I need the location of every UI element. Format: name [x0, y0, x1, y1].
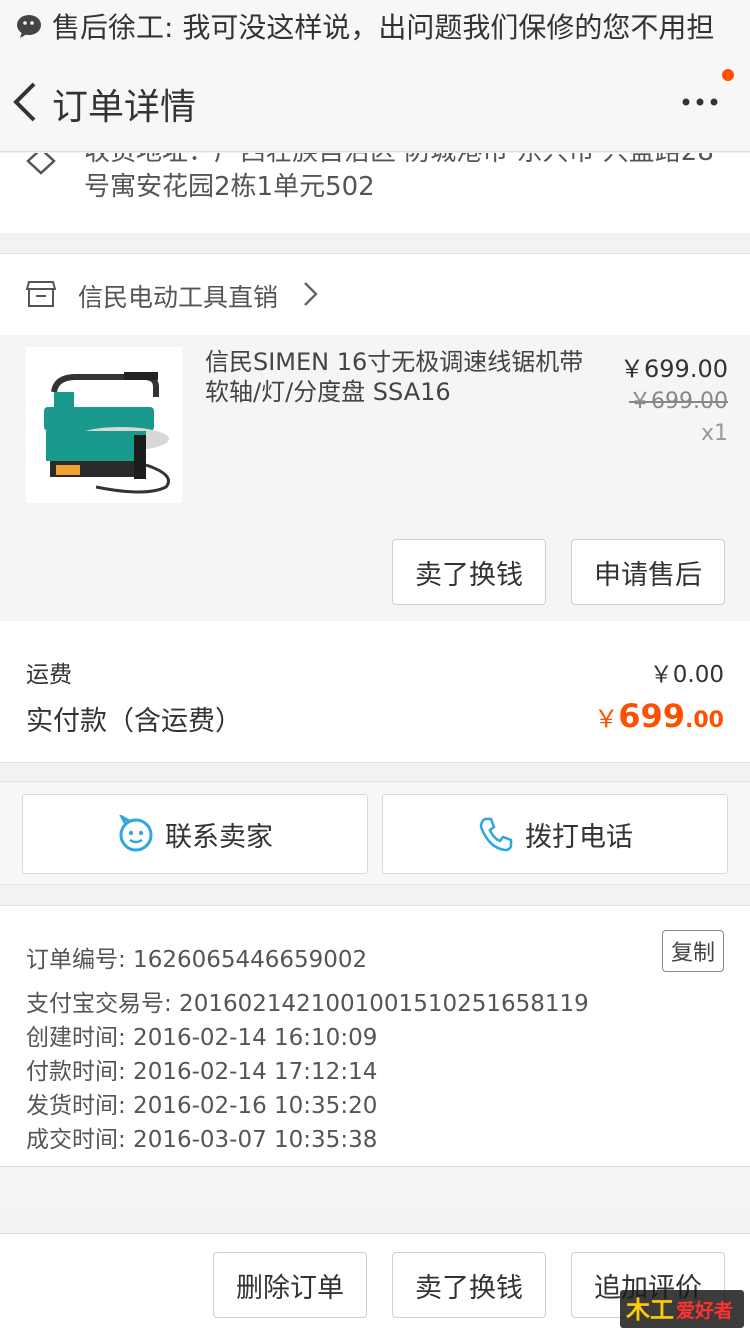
item-price: ￥699.00: [620, 355, 728, 383]
shipping-value: ￥0.00: [649, 662, 724, 688]
completed-time: 成交时间: 2016-03-07 10:35:38: [26, 1127, 378, 1153]
contact-seller-label: 联系卖家: [165, 821, 273, 853]
order-info: 订单编号: 1626065446659002 复制 支付宝交易号: 201602…: [0, 905, 750, 1167]
shop-name: 信民电动工具直销: [78, 283, 279, 312]
copy-button[interactable]: 复制: [662, 930, 724, 972]
chevron-right-icon: [304, 282, 318, 306]
more-options-icon[interactable]: [680, 94, 720, 110]
spacer: [0, 1168, 750, 1208]
order-number: 订单编号: 1626065446659002: [26, 947, 368, 973]
contact-bar: 联系卖家 拨打电话: [0, 781, 750, 885]
total-decimal: .00: [685, 708, 724, 733]
alipay-number: 支付宝交易号: 2016021421001001510251658119: [26, 991, 589, 1017]
sell-button-footer[interactable]: 卖了换钱: [392, 1252, 546, 1318]
order-item[interactable]: 信民SIMEN 16寸无极调速线锯机带软轴/灯/分度盘 SSA16 ￥699.0…: [0, 335, 750, 621]
svg-text:木工: 木工: [625, 1296, 674, 1324]
notification-text: 售后徐工: 我可没这样说，出问题我们保修的您不用担: [52, 11, 715, 44]
item-original-price: ￥699.00: [629, 389, 728, 414]
store-icon: [26, 281, 56, 307]
back-arrow-icon[interactable]: [8, 80, 42, 124]
phone-icon: [479, 817, 513, 852]
call-button[interactable]: 拨打电话: [382, 794, 728, 874]
wangwang-icon: [119, 815, 153, 852]
total-label: 实付款（含运费）: [26, 706, 242, 737]
shop-row[interactable]: 信民电动工具直销: [0, 253, 750, 335]
call-label: 拨打电话: [525, 821, 633, 853]
page-title: 订单详情: [52, 87, 197, 128]
nav-header: 订单详情: [0, 52, 750, 152]
total-integer: 699: [618, 697, 686, 735]
after-sale-button[interactable]: 申请售后: [571, 539, 725, 605]
notification-dot: [722, 69, 734, 81]
watermark-logo: 木工 爱好者: [620, 1290, 744, 1328]
address-text: 收货地址：广西壮族自治区 防城港市 东兴市 兴盛路28号寓安花园2栋1单元502: [84, 153, 714, 202]
notification-bar[interactable]: 售后徐工: 我可没这样说，出问题我们保修的您不用担: [0, 0, 750, 52]
sell-button[interactable]: 卖了换钱: [392, 539, 546, 605]
location-icon: [26, 153, 56, 175]
shipped-time: 发货时间: 2016-02-16 10:35:20: [26, 1093, 378, 1119]
payment-summary: 运费 ￥0.00 实付款（含运费） ￥699.00: [0, 621, 750, 763]
paid-time: 付款时间: 2016-02-14 17:12:14: [26, 1059, 378, 1085]
product-name[interactable]: 信民SIMEN 16寸无极调速线锯机带软轴/灯/分度盘 SSA16: [205, 347, 585, 407]
chat-bubble-icon: [17, 15, 41, 38]
contact-seller-button[interactable]: 联系卖家: [22, 794, 368, 874]
svg-text:爱好者: 爱好者: [676, 1299, 733, 1322]
delete-order-button[interactable]: 删除订单: [213, 1252, 367, 1318]
product-thumbnail[interactable]: [26, 347, 182, 503]
total-amount: ￥699.00: [594, 697, 724, 735]
shipping-address: 收货地址：广西壮族自治区 防城港市 东兴市 兴盛路28号寓安花园2栋1单元502: [0, 153, 750, 233]
total-currency: ￥: [594, 705, 619, 733]
shipping-label: 运费: [26, 662, 72, 688]
created-time: 创建时间: 2016-02-14 16:10:09: [26, 1025, 378, 1051]
item-quantity: x1: [700, 421, 728, 446]
scroll-saw-image: [26, 347, 182, 503]
